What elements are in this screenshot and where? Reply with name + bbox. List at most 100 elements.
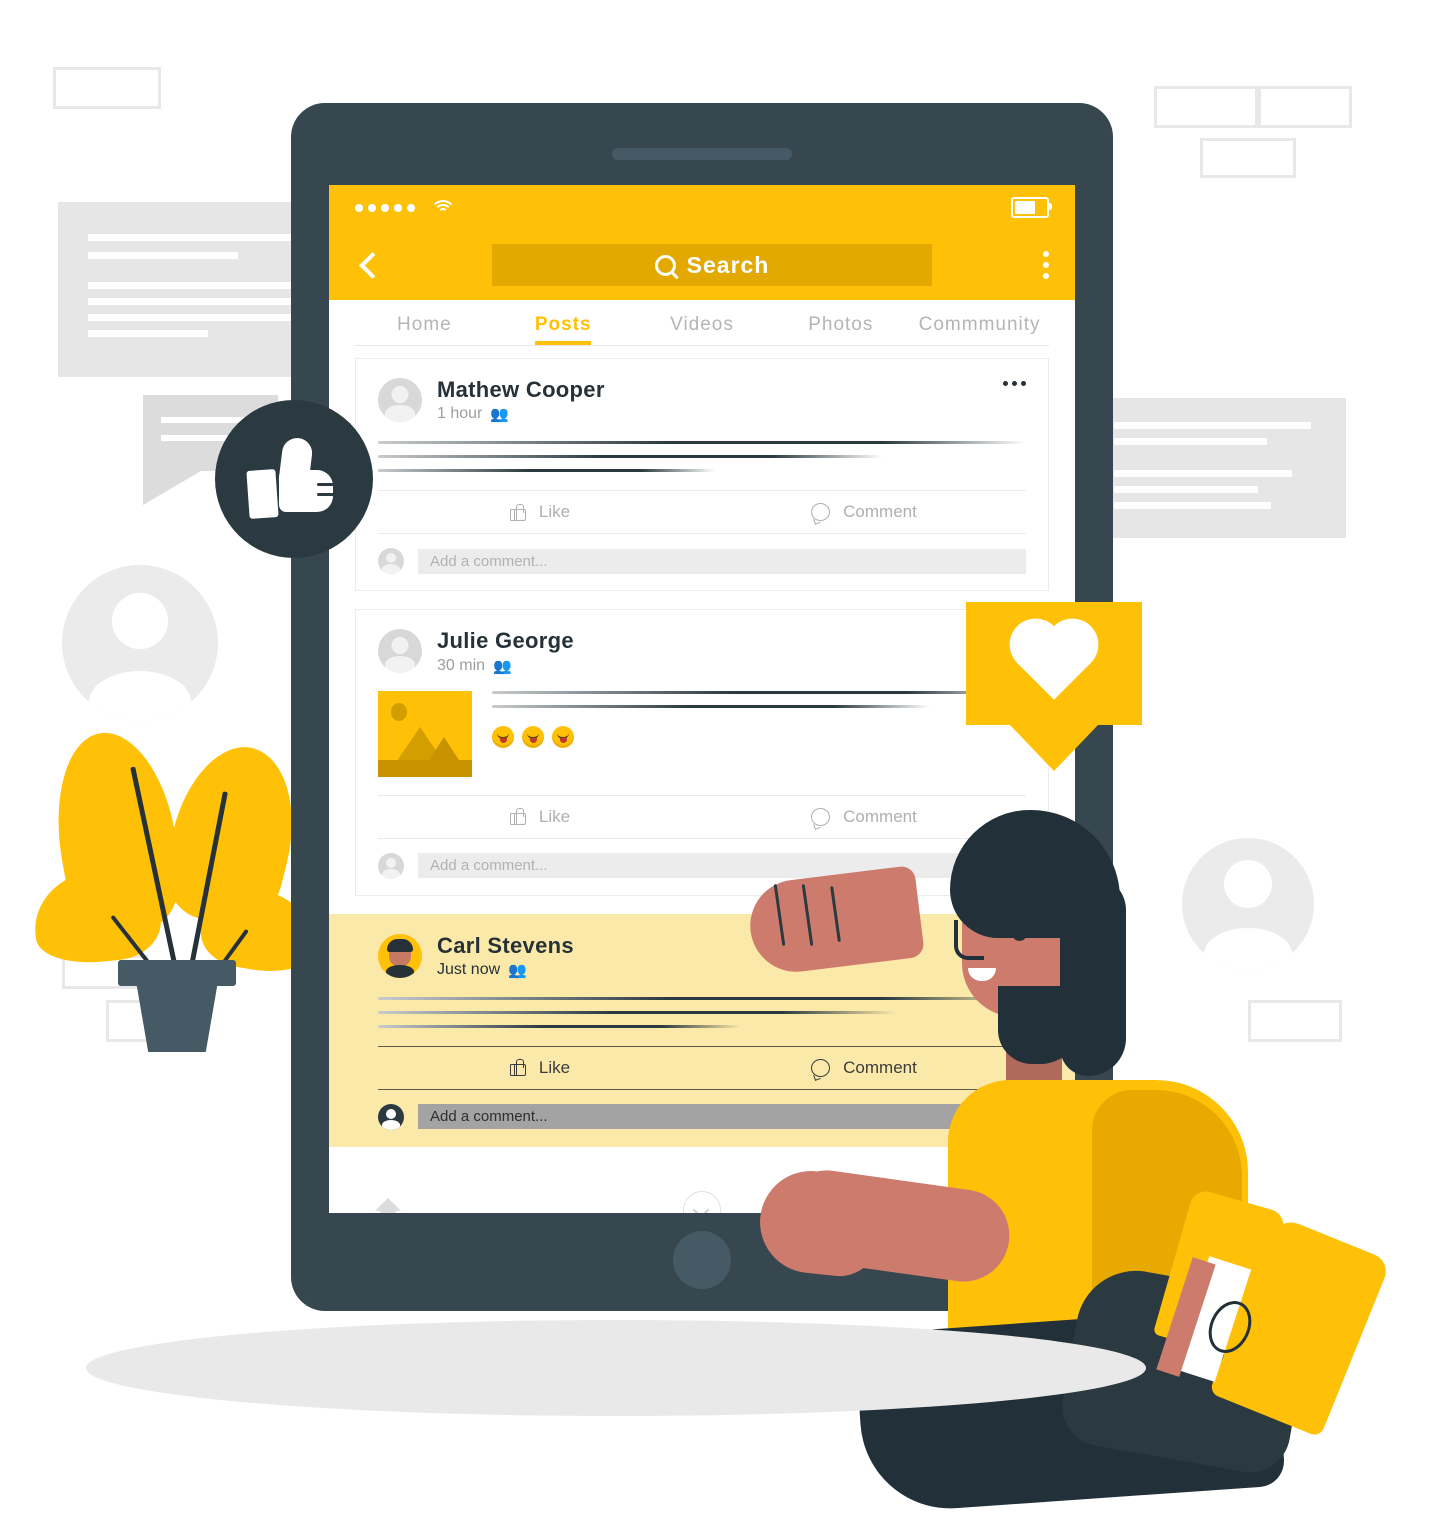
- post-time: 1 hour: [437, 405, 483, 423]
- tab-videos[interactable]: Videos: [633, 314, 772, 345]
- like-label: Like: [538, 806, 571, 826]
- avatar: [378, 1103, 404, 1130]
- post-time: 30 min: [437, 656, 486, 674]
- post-author: Mathew Cooper: [437, 377, 605, 402]
- search-icon: [654, 254, 676, 276]
- avatar: [378, 629, 422, 674]
- outline-rectangle: [1258, 86, 1352, 128]
- avatar: [378, 933, 422, 978]
- illustration-stage: Search Home Posts Videos Photos Commmuni…: [0, 0, 1445, 1514]
- thumbs-up-icon: [246, 436, 340, 520]
- reaching-hand: [754, 1166, 886, 1280]
- friends-icon: 👥: [493, 657, 512, 675]
- device-home-button[interactable]: [673, 1231, 731, 1289]
- comment-input[interactable]: Add a comment...: [418, 548, 1026, 574]
- post-meta: Just now 👥: [437, 961, 574, 979]
- laughing-emoji-icon[interactable]: [552, 725, 574, 748]
- thumbs-up-icon: [509, 1059, 526, 1077]
- tab-bar: Home Posts Videos Photos Commmunity: [329, 300, 1075, 345]
- like-button[interactable]: Like: [378, 1058, 702, 1078]
- post-actions: Like Comment: [378, 490, 1026, 535]
- avatar-head: [112, 593, 168, 649]
- tab-home[interactable]: Home: [355, 314, 494, 345]
- outline-rectangle: [53, 67, 161, 109]
- post-header: Mathew Cooper 1 hour 👥: [378, 377, 1026, 423]
- avatar-body: [89, 671, 191, 721]
- placeholder-line: [88, 252, 238, 259]
- outline-rectangle: [1154, 86, 1258, 128]
- placeholder-line: [88, 314, 293, 321]
- placeholder-line: [1114, 486, 1258, 493]
- like-badge: [215, 400, 373, 558]
- like-label: Like: [538, 502, 571, 522]
- avatar: [378, 378, 422, 423]
- potted-plant-illustration: [29, 722, 321, 1052]
- friends-icon: 👥: [508, 961, 527, 979]
- post-header: Julie George 30 min 👥: [378, 628, 1026, 675]
- home-icon[interactable]: [375, 1197, 401, 1213]
- laughing-emoji-icon[interactable]: [492, 725, 514, 748]
- post-author: Julie George: [437, 628, 574, 654]
- placeholder-line: [1114, 422, 1311, 429]
- thumbs-up-icon: [509, 503, 526, 521]
- thumbs-up-icon: [509, 808, 526, 826]
- placeholder-line: [88, 298, 293, 305]
- avatar: [378, 548, 404, 575]
- post-body: [378, 690, 1026, 777]
- comment-label: Comment: [843, 502, 917, 522]
- post-time: Just now: [437, 960, 501, 978]
- image-thumbnail[interactable]: [378, 690, 472, 777]
- device-speaker: [612, 148, 792, 160]
- placeholder-avatar: [62, 565, 218, 721]
- overflow-menu-button[interactable]: [1043, 251, 1049, 279]
- back-button[interactable]: [355, 252, 381, 278]
- floor-shadow: [86, 1320, 1146, 1416]
- comment-button[interactable]: Comment: [702, 502, 1026, 522]
- battery-icon: [1011, 197, 1052, 218]
- chevron-down-circle-icon[interactable]: [683, 1190, 721, 1213]
- heart-icon: [1017, 625, 1091, 700]
- like-button[interactable]: Like: [378, 807, 702, 827]
- nose: [954, 920, 984, 960]
- tab-community[interactable]: Commmunity: [910, 314, 1049, 345]
- tab-posts[interactable]: Posts: [494, 314, 633, 345]
- placeholder-line: [161, 435, 233, 441]
- tab-photos[interactable]: Photos: [771, 314, 910, 345]
- reaction-row: [492, 725, 1026, 748]
- placeholder-line: [88, 234, 293, 241]
- comment-row: Add a comment...: [378, 548, 1026, 575]
- post-card: Mathew Cooper 1 hour 👥 Like Comment Add …: [355, 358, 1049, 592]
- placeholder-card: [58, 202, 320, 377]
- thumbnail-sun: [391, 702, 407, 721]
- outline-rectangle: [1200, 138, 1296, 178]
- status-left: [355, 199, 456, 216]
- signal-dots-icon: [355, 203, 415, 212]
- placeholder-card: [1112, 398, 1346, 538]
- post-meta: 1 hour 👥: [437, 405, 605, 423]
- avatar: [378, 852, 404, 879]
- search-input[interactable]: Search: [492, 244, 932, 286]
- like-button[interactable]: Like: [378, 502, 702, 522]
- plant-pot: [134, 974, 220, 1052]
- placeholder-line: [1114, 502, 1271, 509]
- badge-tail: [1010, 725, 1098, 771]
- friends-icon: 👥: [490, 406, 509, 424]
- placeholder-line: [1114, 470, 1292, 477]
- placeholder-line: [88, 330, 208, 337]
- status-bar: [329, 185, 1075, 230]
- bubble-tail: [143, 471, 201, 505]
- more-options-button[interactable]: [1003, 381, 1026, 386]
- app-bar: Search: [329, 230, 1075, 300]
- like-label: Like: [538, 1057, 571, 1077]
- post-meta: 30 min 👥: [437, 657, 574, 675]
- search-placeholder: Search: [686, 251, 770, 278]
- post-text: [378, 441, 1026, 473]
- laughing-emoji-icon[interactable]: [522, 725, 544, 748]
- wifi-icon: [430, 199, 456, 216]
- eye: [1012, 920, 1027, 941]
- post-author: Carl Stevens: [437, 932, 574, 958]
- comment-bubble-icon: [811, 503, 831, 522]
- thumbnail-ground: [378, 759, 472, 777]
- placeholder-line: [88, 282, 293, 289]
- heart-badge: [966, 602, 1142, 771]
